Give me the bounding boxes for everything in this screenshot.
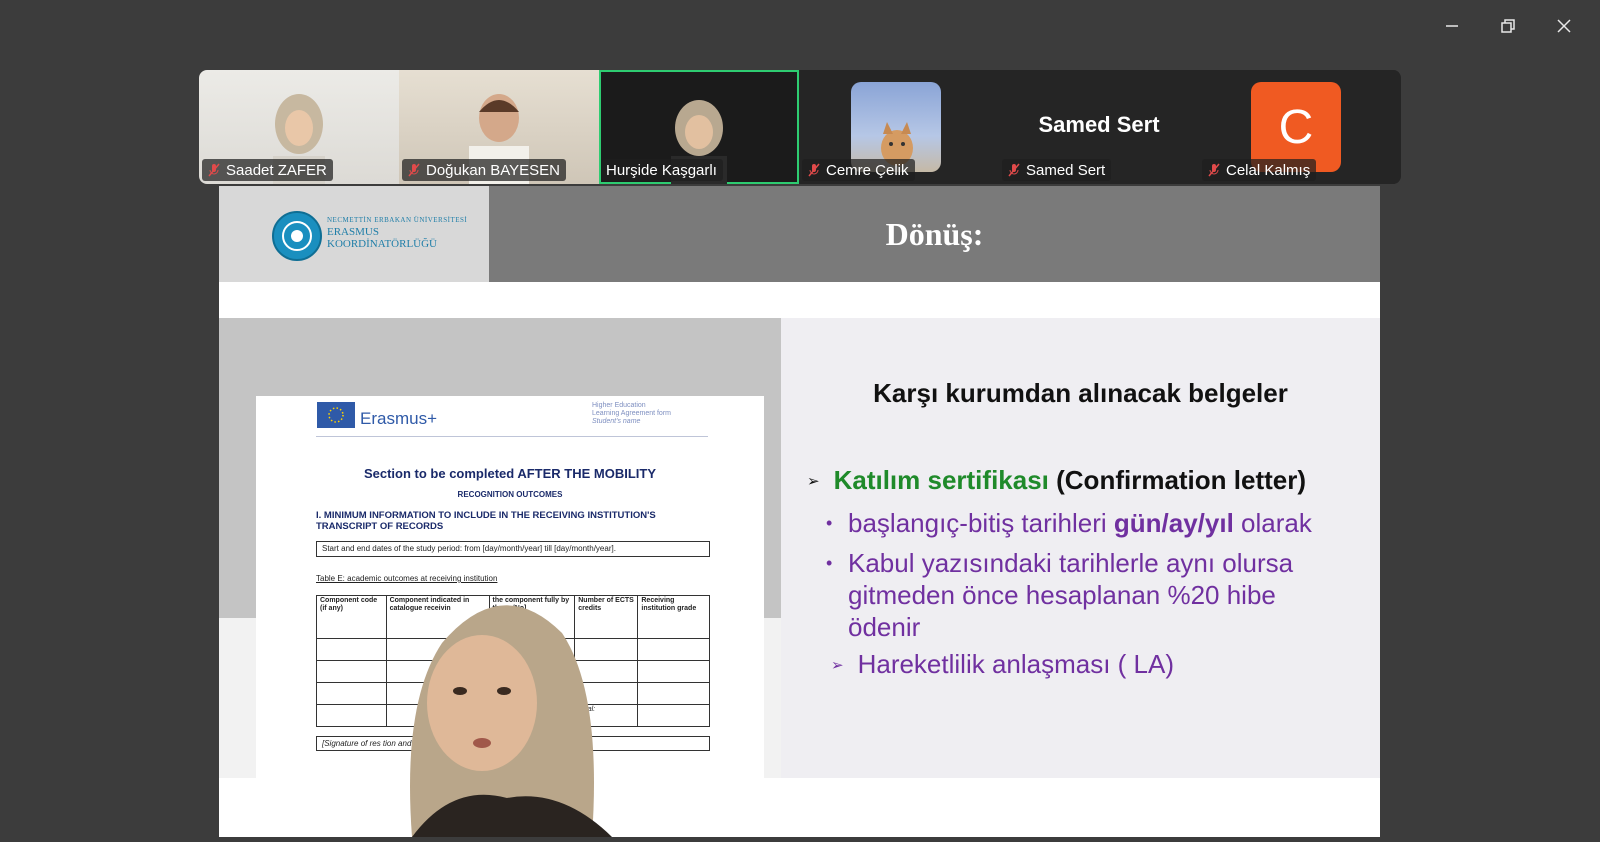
mic-muted-icon xyxy=(208,163,220,177)
participant-name: Celal Kalmış xyxy=(1226,161,1311,179)
restore-icon xyxy=(1501,19,1515,33)
sub-bullet: • Kabul yazısındaki tarihlerle aynı olur… xyxy=(826,547,1326,643)
slide-title: Dönüş: xyxy=(885,215,984,252)
second-bullet: ➢ Hareketlilik anlaşması ( LA) xyxy=(831,649,1174,680)
dot-bullet-icon: • xyxy=(826,553,833,573)
doc-dates-line: Start and end dates of the study period:… xyxy=(316,541,710,557)
mic-muted-icon xyxy=(408,163,420,177)
minimize-button[interactable] xyxy=(1424,10,1480,42)
doc-recognition: RECOGNITION OUTCOMES xyxy=(457,490,563,499)
doc-header-line: Higher Education xyxy=(592,402,646,409)
presenter-video-overlay[interactable] xyxy=(372,583,642,837)
doc-column-header: Receiving institution grade xyxy=(637,595,710,639)
arrow-bullet-icon: ➢ xyxy=(807,472,820,490)
participant-tile-samed[interactable]: Samed Sert Samed Sert xyxy=(999,70,1199,184)
logo-text: NECMETTİN ERBAKAN ÜNİVERSİTESİ ERASMUS K… xyxy=(327,214,467,250)
doc-table-caption: Table E: academic outcomes at receiving … xyxy=(316,574,498,583)
participant-tile-hurside[interactable]: Hurşide Kaşgarlı xyxy=(599,70,799,184)
participant-name: Saadet ZAFER xyxy=(226,161,327,179)
close-button[interactable] xyxy=(1536,10,1592,42)
erasmus-brand: Erasmus+ xyxy=(360,409,437,428)
main-bullet: ➢ Katılım sertifikası (Confirmation lett… xyxy=(807,465,1306,496)
minimize-icon xyxy=(1446,25,1458,27)
mic-muted-icon xyxy=(808,163,820,177)
sub-bullet-text: olarak xyxy=(1233,508,1312,538)
restore-button[interactable] xyxy=(1480,10,1536,42)
presenter-video xyxy=(410,605,612,837)
sub-bullet: • başlangıç-bitiş tarihleri gün/ay/yıl o… xyxy=(826,507,1326,539)
close-icon xyxy=(1557,19,1571,33)
participant-name: Hurşide Kaşgarlı xyxy=(606,161,717,179)
doc-minimum-info: I. MINIMUM INFORMATION TO INCLUDE IN THE… xyxy=(316,510,656,532)
doc-header-line: Learning Agreement form xyxy=(592,410,671,417)
sub-bullet-text: Kabul yazısındaki tarihlerle aynı olursa… xyxy=(848,548,1294,642)
divider xyxy=(316,436,708,437)
window-controls xyxy=(1424,10,1592,42)
eu-flag-icon xyxy=(317,402,355,428)
participant-name: Cemre Çelik xyxy=(826,161,909,179)
nameplate: Hurşide Kaşgarlı xyxy=(602,159,723,181)
nameplate: Saadet ZAFER xyxy=(202,159,333,181)
logo-box: NECMETTİN ERBAKAN ÜNİVERSİTESİ ERASMUS K… xyxy=(219,186,489,282)
slide-heading: Karşı kurumdan alınacak belgeler xyxy=(873,378,1288,408)
participant-tile-saadet[interactable]: Saadet ZAFER xyxy=(199,70,399,184)
mic-muted-icon xyxy=(1208,163,1220,177)
logo-line1: ERASMUS xyxy=(327,226,379,238)
main-bullet-black: (Confirmation letter) xyxy=(1056,465,1307,495)
nameplate: Cemre Çelik xyxy=(802,159,915,181)
participant-tile-celal[interactable]: C Celal Kalmış xyxy=(1199,70,1399,184)
dot-bullet-icon: • xyxy=(826,513,833,533)
participant-tile-cemre[interactable]: Cemre Çelik xyxy=(799,70,999,184)
nameplate: Samed Sert xyxy=(1002,159,1112,181)
logo-university: NECMETTİN ERBAKAN ÜNİVERSİTESİ xyxy=(327,216,468,224)
mic-muted-icon xyxy=(1008,163,1020,177)
sub-bullet-text: başlangıç-bitiş tarihleri xyxy=(848,508,1114,538)
participant-strip: Saadet ZAFER Doğukan BAYESEN Hurşide Kaş… xyxy=(199,70,1401,184)
second-bullet-text: Hareketlilik anlaşması ( LA) xyxy=(857,649,1175,679)
main-bullet-green: Katılım sertifikası xyxy=(833,465,1049,495)
participant-name: Samed Sert xyxy=(1026,161,1106,179)
section-title-bold: AFTER THE MOBILITY xyxy=(517,466,657,481)
nameplate: Celal Kalmış xyxy=(1202,159,1317,181)
nameplate: Doğukan BAYESEN xyxy=(402,159,566,181)
doc-header-line: Student's name xyxy=(592,418,641,425)
sub-bullet-bold: gün/ay/yıl xyxy=(1113,508,1234,538)
arrow-bullet-icon: ➢ xyxy=(831,656,844,674)
participant-name: Doğukan BAYESEN xyxy=(426,161,560,179)
participant-display-name: Samed Sert xyxy=(1038,112,1160,137)
university-logo-icon xyxy=(272,211,322,261)
logo-line2: KOORDİNATÖRLÜĞÜ xyxy=(327,238,437,250)
doc-header-right: Higher Education Learning Agreement form… xyxy=(592,402,671,426)
doc-section-title: Section to be completed AFTER THE MOBILI… xyxy=(256,466,764,481)
section-title-pre: Section to be completed xyxy=(363,466,518,481)
participant-tile-dogukan[interactable]: Doğukan BAYESEN xyxy=(399,70,599,184)
